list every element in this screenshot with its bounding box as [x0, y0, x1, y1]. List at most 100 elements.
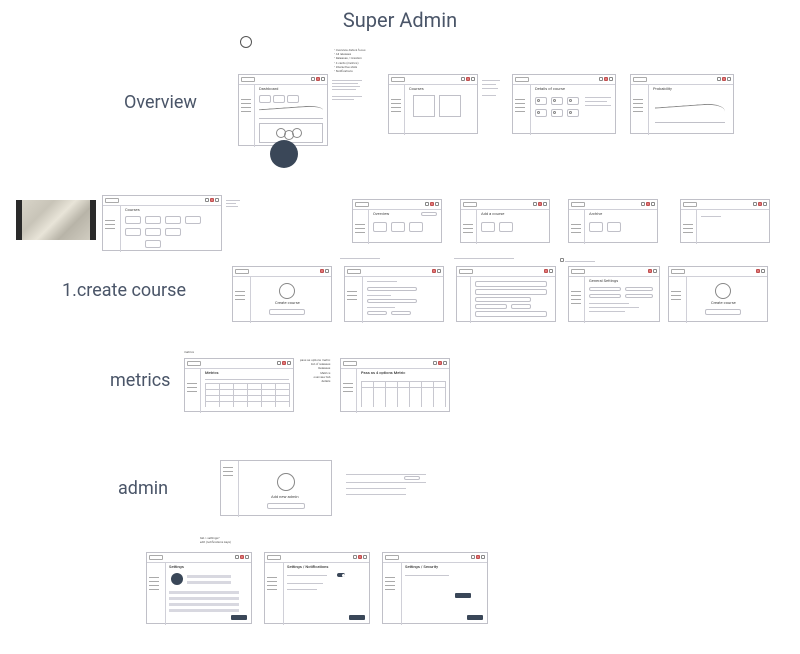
- input-field[interactable]: [367, 299, 417, 303]
- frame-overview-dashboard[interactable]: Dashboard: [238, 74, 328, 146]
- action-btn[interactable]: [455, 593, 471, 598]
- sidebar[interactable]: [569, 210, 585, 244]
- frame-admin-add[interactable]: Add new admin: [220, 460, 332, 516]
- input[interactable]: [589, 287, 621, 291]
- course-cell[interactable]: [165, 216, 181, 224]
- action-btn[interactable]: [421, 212, 437, 216]
- save-btn[interactable]: [349, 615, 365, 620]
- titlebar: [345, 267, 443, 277]
- save-btn[interactable]: [467, 615, 483, 620]
- input[interactable]: [625, 287, 653, 291]
- input-field[interactable]: [367, 287, 417, 291]
- stat-card[interactable]: [273, 95, 285, 103]
- frame-courses-overview[interactable]: Overview: [352, 199, 442, 243]
- sidebar[interactable]: [681, 210, 697, 244]
- frame-add-course[interactable]: Add a course: [460, 199, 550, 243]
- detail-item[interactable]: [551, 109, 563, 117]
- course-cell[interactable]: [125, 216, 141, 224]
- stat-card[interactable]: [259, 95, 271, 103]
- sidebar[interactable]: [147, 563, 166, 625]
- sidebar[interactable]: [353, 210, 369, 244]
- course-cell[interactable]: [165, 228, 181, 236]
- frame-create-course-5[interactable]: Create course: [668, 266, 768, 322]
- sidebar[interactable]: [341, 369, 357, 413]
- action-btn[interactable]: [404, 476, 420, 480]
- sidebar[interactable]: [239, 85, 255, 147]
- input-field[interactable]: [391, 311, 411, 315]
- card[interactable]: [481, 222, 495, 232]
- sidebar[interactable]: [461, 210, 477, 244]
- input[interactable]: [475, 304, 507, 309]
- detail-item[interactable]: [567, 97, 579, 105]
- input[interactable]: [625, 294, 653, 298]
- frame-blank[interactable]: [680, 199, 770, 243]
- sidebar[interactable]: [569, 277, 585, 323]
- card[interactable]: [391, 222, 405, 232]
- card[interactable]: [409, 222, 423, 232]
- card[interactable]: [373, 222, 387, 232]
- detail-item[interactable]: [567, 109, 579, 117]
- frame-overview-probability[interactable]: Probability: [630, 74, 734, 134]
- bottom-panel[interactable]: [259, 123, 323, 143]
- row[interactable]: [475, 289, 547, 295]
- sidebar[interactable]: [345, 277, 363, 323]
- avatar-icon[interactable]: [277, 473, 295, 491]
- row[interactable]: [475, 311, 547, 317]
- sidebar[interactable]: [221, 461, 239, 517]
- close-icon[interactable]: [316, 77, 320, 81]
- input-field[interactable]: [367, 311, 387, 315]
- sidebar[interactable]: [265, 563, 284, 625]
- sidebar[interactable]: [233, 277, 251, 323]
- frame-create-course-3[interactable]: [456, 266, 556, 322]
- input[interactable]: [589, 294, 621, 298]
- stat-card[interactable]: [287, 95, 299, 103]
- frame-general-settings[interactable]: General Settings: [568, 266, 660, 322]
- input[interactable]: [511, 304, 531, 309]
- upload-icon[interactable]: [715, 283, 731, 299]
- sidebar[interactable]: [389, 85, 405, 135]
- frame-overview-details[interactable]: Details of course: [512, 74, 616, 134]
- sidebar[interactable]: [669, 277, 687, 323]
- frame-metrics-table[interactable]: Metrics: [184, 358, 294, 412]
- detail-item[interactable]: [551, 97, 563, 105]
- overview-notes: Overview data & focus All releases Relea…: [334, 48, 366, 73]
- frame-settings-notifications[interactable]: Settings / Notifications: [264, 552, 370, 624]
- card[interactable]: [499, 222, 513, 232]
- sidebar[interactable]: [513, 85, 531, 135]
- detail-item[interactable]: [535, 109, 547, 117]
- header-btn[interactable]: [321, 77, 325, 81]
- frame-settings-security[interactable]: Settings / Security: [382, 552, 488, 624]
- save-btn[interactable]: [231, 615, 247, 620]
- frame-create-course-1[interactable]: Create course: [232, 266, 332, 322]
- frame-admin-list[interactable]: [346, 466, 426, 506]
- row[interactable]: [475, 281, 547, 287]
- detail-item[interactable]: [535, 97, 547, 105]
- upload-icon[interactable]: [279, 283, 295, 299]
- frame-settings-profile[interactable]: Settings: [146, 552, 252, 624]
- frame-create-course-2[interactable]: [344, 266, 444, 322]
- course-cell[interactable]: [185, 216, 201, 224]
- card[interactable]: [589, 222, 603, 232]
- toggle[interactable]: [337, 573, 345, 577]
- sidebar[interactable]: [631, 85, 649, 135]
- course-card[interactable]: [413, 95, 435, 117]
- frame-courses-big[interactable]: Courses: [102, 195, 222, 251]
- primary-btn[interactable]: [705, 309, 741, 315]
- titlebar: [681, 200, 769, 210]
- input[interactable]: [475, 297, 531, 302]
- frame-overview-courses[interactable]: Courses: [388, 74, 478, 134]
- primary-btn[interactable]: [267, 503, 305, 509]
- header-btn[interactable]: [311, 77, 315, 81]
- frame-archive[interactable]: Archive: [568, 199, 658, 243]
- card[interactable]: [607, 222, 621, 232]
- course-cell[interactable]: [125, 228, 141, 236]
- course-cell[interactable]: [145, 228, 161, 236]
- sidebar[interactable]: [185, 369, 201, 413]
- course-cell[interactable]: [145, 240, 161, 248]
- sidebar[interactable]: [103, 206, 121, 252]
- sidebar[interactable]: [383, 563, 402, 625]
- frame-metrics-pass[interactable]: Pass as 4 options Metric: [340, 358, 450, 412]
- course-card[interactable]: [439, 95, 461, 117]
- sidebar[interactable]: [457, 277, 471, 323]
- course-cell[interactable]: [145, 216, 161, 224]
